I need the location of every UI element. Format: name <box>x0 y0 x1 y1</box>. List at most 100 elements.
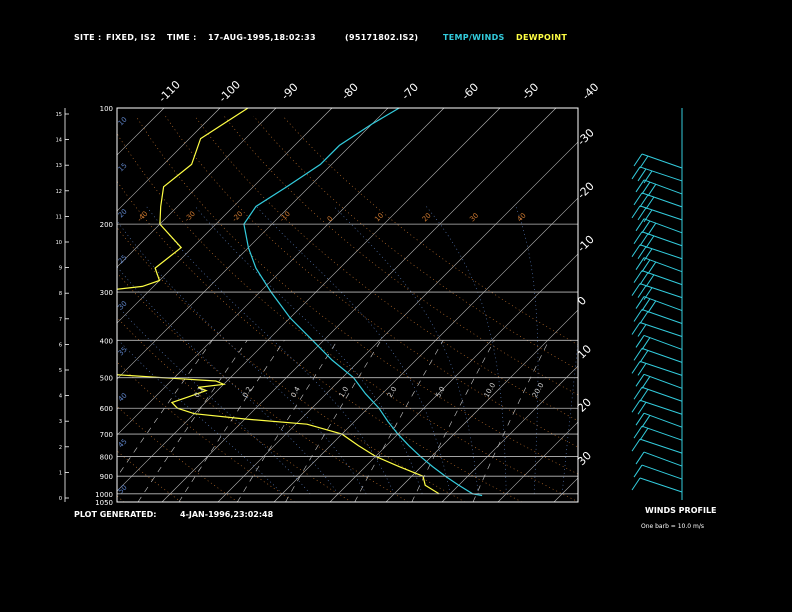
height-tick-label: 6 <box>59 342 62 348</box>
wind-barb-flag <box>631 438 641 452</box>
height-tick-label: 2 <box>59 445 62 451</box>
wind-barb-flag <box>639 155 649 169</box>
dry-adiabat-label: 10 <box>373 211 385 223</box>
height-tick-label: 8 <box>59 291 62 297</box>
moist-adiabat-label: 45 <box>117 437 129 449</box>
pressure-label: 500 <box>100 375 113 383</box>
dry-adiabat-label: 20 <box>421 211 433 223</box>
top-axis-tick-label: -60 <box>459 81 481 103</box>
plot-generated-value: 4-JAN-1996,23:02:48 <box>180 510 274 519</box>
moist-adiabat-line <box>426 206 507 494</box>
wind-barb-shaft <box>639 399 683 415</box>
wind-barb-flag <box>645 235 655 249</box>
isotherm-line <box>117 108 333 324</box>
wind-barb-shaft <box>641 464 683 480</box>
wind-barb-flag <box>633 464 643 478</box>
top-axis-tick-label: -40 <box>580 81 602 103</box>
height-tick-label: 4 <box>59 394 62 400</box>
wind-barb-flag <box>639 233 649 247</box>
wind-barb-flag <box>641 376 651 389</box>
mixing-ratio-label: 2.0 <box>386 385 398 399</box>
wind-barb-shaft <box>639 360 683 376</box>
wind-barb-flag <box>631 205 641 219</box>
wind-barb-flag <box>635 257 645 270</box>
height-tick-label: 9 <box>59 266 62 272</box>
dry-adiabat-label: 30 <box>468 211 480 223</box>
mixing-ratio-label: 1.0 <box>338 385 350 399</box>
pressure-label: 300 <box>100 289 113 297</box>
dry-adiabat-line <box>117 180 523 502</box>
wind-barb-flag <box>637 285 647 298</box>
mixing-ratio-line <box>472 340 550 502</box>
dry-adiabat-label: 0 <box>326 215 335 224</box>
wind-barb-flag <box>631 244 641 257</box>
wind-barb-flag <box>631 399 641 413</box>
wind-barb-flag <box>641 414 651 428</box>
height-tick-label: 10 <box>56 240 62 246</box>
dry-adiabat-line <box>194 116 578 422</box>
pressure-label: 1000 <box>95 491 113 499</box>
isotherm-line <box>117 108 277 268</box>
top-axis-tick-label: -100 <box>216 78 243 105</box>
wind-barb-shaft <box>639 477 683 493</box>
height-tick-label: 0 <box>59 496 62 502</box>
wind-barb-flag <box>637 324 647 337</box>
wind-barb-flag <box>641 337 651 350</box>
wind-barb-flag <box>647 261 657 274</box>
isotherm-line <box>117 108 165 156</box>
wind-barb-shaft <box>639 322 683 337</box>
moist-adiabat-label: 35 <box>117 345 129 357</box>
top-axis-tick-label: -110 <box>156 78 183 105</box>
moist-adiabat-label: 10 <box>117 115 129 127</box>
moist-adiabat-line <box>117 304 311 494</box>
isotherm-line <box>553 477 578 502</box>
wind-barb-flag <box>647 222 657 236</box>
wind-barb-flag <box>637 207 647 221</box>
wind-barb-flag <box>637 168 647 182</box>
wind-barb-flag <box>633 387 643 400</box>
wind-barb-flag <box>637 401 647 415</box>
plot-frame <box>116 107 579 503</box>
moist-adiabat-line <box>515 206 539 494</box>
isotherm-line <box>497 421 578 502</box>
mixing-ratio-label: 0.4 <box>289 385 302 399</box>
isotherm-line <box>117 108 221 212</box>
height-tick-label: 15 <box>56 112 62 118</box>
right-axis-tick-label: 0 <box>575 294 589 308</box>
dry-adiabat-line <box>117 495 125 502</box>
wind-barb-flag <box>633 348 643 361</box>
height-tick-label: 11 <box>56 214 62 220</box>
wind-barb-flag <box>635 335 645 348</box>
wind-barb-flag <box>641 220 651 234</box>
dewpoint-profile <box>117 108 440 495</box>
moist-adiabat-line <box>333 206 479 494</box>
wind-barb-flag <box>631 361 641 374</box>
wind-barb-flag <box>633 231 643 245</box>
dry-adiabat-line <box>117 361 295 502</box>
moist-adiabat-line <box>146 206 395 494</box>
wind-barb-flag <box>633 270 643 283</box>
height-tick-label: 1 <box>59 470 62 476</box>
wind-barb-flag <box>639 272 649 285</box>
wind-barb-flag <box>641 259 651 272</box>
height-tick-label: 7 <box>59 317 62 323</box>
mixing-ratio-line <box>354 340 444 502</box>
isotherm-line <box>329 253 578 502</box>
mixing-ratio-label: 20.0 <box>531 381 546 399</box>
mixing-ratio-label: 0.2 <box>241 385 253 399</box>
height-tick-label: 12 <box>56 189 62 195</box>
wind-barb-flag <box>637 246 647 259</box>
dry-adiabat-line <box>117 272 409 502</box>
dry-adiabat-label: -30 <box>183 210 197 224</box>
wind-barb-flag <box>639 427 649 441</box>
mixing-ratio-label: 10.0 <box>483 381 498 399</box>
isotherm-line <box>273 197 578 502</box>
moist-adiabat-label: 30 <box>117 299 129 311</box>
wind-barb-flag <box>645 196 655 210</box>
isotherm-line <box>217 141 578 502</box>
wind-barb-flag <box>635 218 645 232</box>
top-axis-tick-label: -80 <box>339 81 361 103</box>
height-tick-label: 3 <box>59 419 62 425</box>
wind-barb-flag <box>635 296 645 309</box>
wind-barb-flag <box>647 183 657 197</box>
